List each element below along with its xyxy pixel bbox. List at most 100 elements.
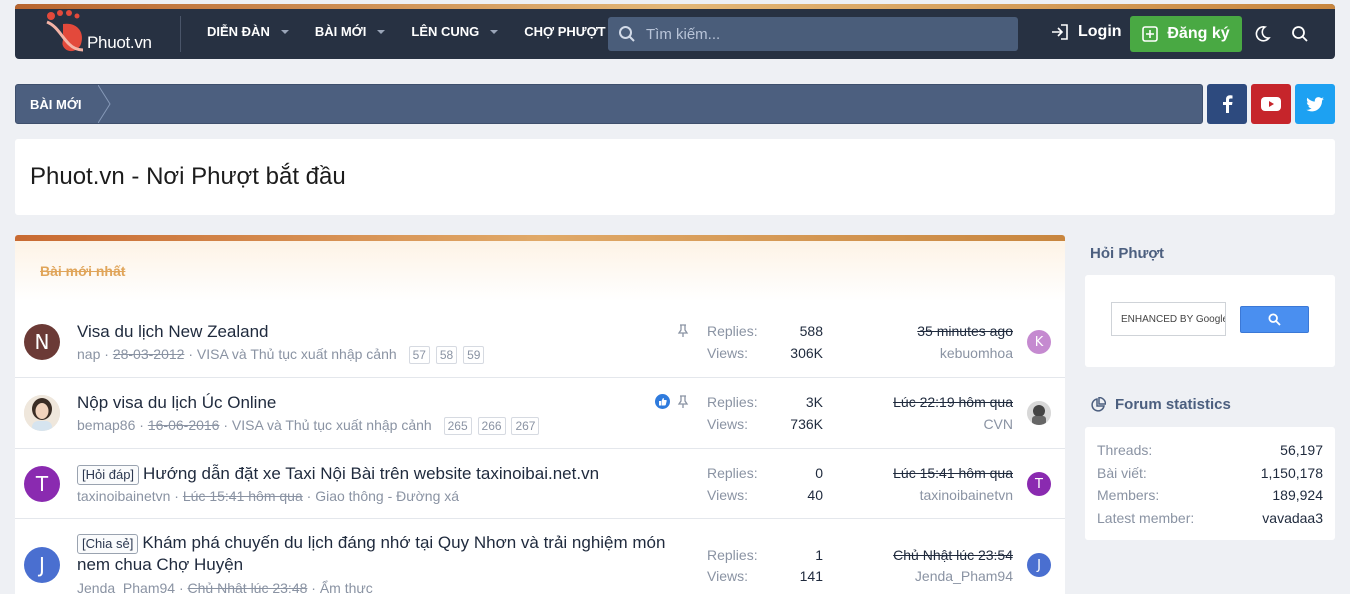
thread-forum[interactable]: Ẩm thực [320, 580, 373, 594]
thread-title-text: Khám phá chuyến du lịch đáng nhớ tại Quy… [77, 533, 666, 574]
thread-date[interactable]: 16-06-2016 [148, 417, 220, 433]
page-link[interactable]: 267 [511, 417, 540, 435]
stat-label: Members: [1097, 487, 1160, 503]
last-poster-avatar[interactable]: K [1027, 330, 1051, 354]
google-search-button[interactable] [1240, 306, 1309, 333]
page-link[interactable]: 59 [463, 346, 485, 364]
last-post-date[interactable]: Lúc 15:41 hôm qua [893, 465, 1013, 481]
thread-date[interactable]: 28-03-2012 [113, 346, 185, 362]
views-label: Views: [707, 416, 748, 432]
chevron-down-icon[interactable] [280, 29, 289, 34]
last-post-user[interactable]: Jenda_Pham94 [915, 568, 1013, 584]
thread-title[interactable]: Nộp visa du lịch Úc Online [77, 392, 276, 414]
thread-forum[interactable]: VISA và Thủ tục xuất nhập cảnh [232, 417, 432, 433]
chevron-down-icon[interactable] [490, 29, 499, 34]
last-post-user[interactable]: CVN [983, 416, 1013, 432]
search-icon [1292, 26, 1308, 42]
thread-date[interactable]: Lúc 15:41 hôm qua [183, 488, 303, 504]
last-poster-avatar[interactable]: J [1027, 553, 1051, 577]
sidebar-title-text: Forum statistics [1115, 396, 1231, 413]
register-label: Đăng ký [1167, 25, 1230, 42]
thread-meta: bemap86 · 16-06-2016 · VISA và Thủ tục x… [77, 417, 540, 435]
plus-square-icon [1142, 26, 1159, 42]
forum-stats-box: Threads: 56,197 Bài viết: 1,150,178 Member… [1085, 427, 1335, 540]
thread-title[interactable]: Visa du lịch New Zealand [77, 321, 269, 343]
last-post-user[interactable]: taxinoibainetvn [920, 487, 1013, 503]
thread-title[interactable]: [Chia sẻ] Khám phá chuyến du lịch đáng nh… [77, 532, 677, 576]
thread-row: Nộp visa du lịch Úc Online bemap86 · 16-… [15, 378, 1065, 449]
views-count: 306K [790, 345, 823, 361]
stat-value: 1,150,178 [1260, 465, 1323, 481]
facebook-icon [1223, 95, 1233, 113]
moon-icon [1255, 26, 1271, 42]
thread-author[interactable]: nap [77, 346, 100, 362]
avatar[interactable]: N [24, 324, 60, 360]
thread-meta: nap · 28-03-2012 · VISA và Thủ tục xuất … [77, 346, 485, 364]
theme-toggle[interactable] [1253, 25, 1271, 47]
facebook-button[interactable] [1207, 84, 1247, 124]
stat-value: 56,197 [1280, 442, 1323, 458]
search-input[interactable] [646, 25, 1006, 43]
pin-icon [677, 324, 689, 337]
last-poster-avatar[interactable] [1027, 401, 1051, 425]
google-search-input[interactable]: ENHANCED BY Google [1111, 302, 1226, 336]
chevron-down-icon[interactable] [377, 29, 386, 34]
views-count: 736K [790, 416, 823, 432]
avatar[interactable]: T [24, 466, 60, 502]
site-logo[interactable]: Phuot.vn [43, 10, 183, 54]
youtube-button[interactable] [1251, 84, 1291, 124]
youtube-icon [1261, 97, 1281, 111]
nav-label: DIỄN ĐÀN [207, 24, 270, 39]
page-link[interactable]: 265 [443, 417, 472, 435]
thread-title-text: Hướng dẫn đặt xe Taxi Nội Bài trên websi… [143, 464, 600, 483]
nav-bai-moi[interactable]: BÀI MỚI [315, 24, 386, 39]
search-icon [619, 26, 635, 42]
last-post-date[interactable]: Chủ Nhật lúc 23:54 [893, 547, 1013, 563]
thread-meta: Jenda_Pham94 · Chủ Nhật lúc 23:48 · Ẩm t… [77, 580, 373, 594]
views-count: 40 [807, 487, 823, 503]
last-poster-avatar[interactable]: T [1027, 472, 1051, 496]
replies-count: 1 [815, 547, 823, 563]
login-icon [1052, 24, 1068, 40]
last-post-date[interactable]: 35 minutes ago [917, 323, 1013, 339]
twitter-button[interactable] [1295, 84, 1335, 124]
thread-meta: taxinoibainetvn · Lúc 15:41 hôm qua · Gi… [77, 488, 460, 504]
replies-count: 3K [805, 394, 823, 410]
page-link[interactable]: 57 [408, 346, 430, 364]
avatar[interactable]: J [24, 547, 60, 583]
twitter-icon [1306, 96, 1324, 111]
last-post-date[interactable]: Lúc 22:19 hôm qua [893, 394, 1013, 410]
thread-forum[interactable]: Giao thông - Đường xá [315, 488, 459, 504]
replies-label: Replies: [707, 394, 758, 410]
last-post-user[interactable]: kebuomhoa [940, 345, 1013, 361]
header-search-button[interactable] [1291, 25, 1309, 47]
page-link[interactable]: 58 [435, 346, 458, 364]
thread-title[interactable]: [Hỏi đáp] Hướng dẫn đặt xe Taxi Nội Bài t… [77, 463, 599, 485]
register-button[interactable]: Đăng ký [1130, 16, 1242, 52]
thread-author[interactable]: taxinoibainetvn [77, 488, 170, 504]
thread-author[interactable]: Jenda_Pham94 [77, 580, 175, 594]
thread-prefix[interactable]: [Chia sẻ] [77, 534, 139, 554]
breadcrumb-chevron-icon [98, 85, 111, 123]
header-accent-strip [15, 4, 1335, 9]
block-header-bg [15, 241, 1065, 301]
nav-dien-dan[interactable]: DIỄN ĐÀN [207, 24, 289, 39]
header-search[interactable] [608, 17, 1018, 51]
nav-label: CHỢ PHƯỢT [524, 24, 606, 39]
latest-member-link[interactable]: vavadaa3 [1262, 510, 1323, 526]
login-button[interactable]: Login [1051, 23, 1122, 41]
thread-author[interactable]: bemap86 [77, 417, 135, 433]
thread-date[interactable]: Chủ Nhật lúc 23:48 [188, 580, 308, 594]
page-title-block: Phuot.vn - Nơi Phượt bắt đầu [15, 139, 1335, 215]
block-title[interactable]: Bài mới nhất [40, 263, 125, 279]
pie-chart-icon [1091, 396, 1106, 412]
nav-len-cung[interactable]: LÊN CUNG [411, 24, 499, 39]
stat-row: Bài viết: 1,150,178 [1097, 465, 1323, 481]
thread-forum[interactable]: VISA và Thủ tục xuất nhập cảnh [197, 346, 397, 362]
page-link[interactable]: 266 [477, 417, 506, 435]
main-nav: DIỄN ĐÀN BÀI MỚI LÊN CUNG CHỢ PHƯỢT [207, 24, 651, 39]
avatar-letter: K [1034, 334, 1044, 350]
thread-prefix[interactable]: [Hỏi đáp] [77, 465, 140, 485]
login-label: Login [1078, 23, 1122, 40]
avatar[interactable] [24, 395, 60, 431]
